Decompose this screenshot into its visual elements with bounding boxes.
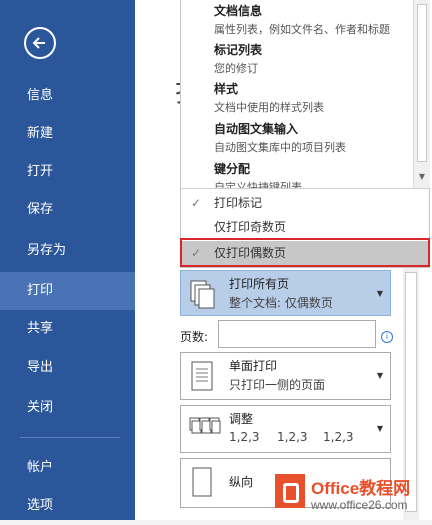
print-pages-title: 打印所有页 xyxy=(229,277,290,291)
document-info-list: 文档信息 属性列表，例如文件名、作者和标题 标记列表 您的修订 样式 文档中使用… xyxy=(181,0,413,188)
menu-item-desc: 您的修订 xyxy=(214,62,258,75)
pages-label: 页数: xyxy=(180,330,209,344)
print-sides-dropdown[interactable]: 单面打印 只打印一侧的页面 ▼ xyxy=(180,352,391,400)
nav-save-as[interactable]: 另存为 xyxy=(0,232,135,270)
portrait-page-icon xyxy=(192,467,212,497)
menu-separator xyxy=(181,188,429,189)
nav-account[interactable]: 帐户 xyxy=(0,449,135,487)
menu-item-desc: 文档中使用的样式列表 xyxy=(214,101,324,114)
nav-close[interactable]: 关闭 xyxy=(0,389,135,427)
collate-pages-icon xyxy=(189,417,221,434)
nav-open[interactable]: 打开 xyxy=(0,153,135,191)
back-arrow-icon xyxy=(32,37,45,49)
sides-title: 单面打印 xyxy=(229,359,278,373)
menu-item-title[interactable]: 键分配 xyxy=(214,160,250,177)
collate-seq-2: 1,2,3 xyxy=(277,430,308,444)
pages-input[interactable] xyxy=(218,320,376,348)
print-pages-subtitle: 整个文档: 仅偶数页 xyxy=(229,296,333,310)
nav-save[interactable]: 保存 xyxy=(0,191,135,229)
orientation-title: 纵向 xyxy=(229,475,254,489)
menu-item-desc: 自动图文集库中的项目列表 xyxy=(214,141,346,154)
menu-scrollbar[interactable]: ▼ xyxy=(413,0,430,188)
menu-item-title[interactable]: 文档信息 xyxy=(214,2,262,19)
nav-info[interactable]: 信息 xyxy=(0,77,135,115)
menu-scrollbar-thumb[interactable] xyxy=(417,4,427,162)
nav-share[interactable]: 共享 xyxy=(0,310,135,348)
chevron-down-icon: ▼ xyxy=(376,424,383,433)
watermark-name: Office教程网 xyxy=(311,479,411,498)
sidebar-divider xyxy=(20,437,120,438)
menu-item-title[interactable]: 样式 xyxy=(214,80,238,97)
highlight-box xyxy=(180,238,430,267)
option-odd-pages[interactable]: 仅打印奇数页 xyxy=(181,215,429,239)
single-side-page-icon xyxy=(191,361,213,391)
option-print-markup[interactable]: ✓ 打印标记 xyxy=(181,191,429,215)
menu-item-desc: 属性列表，例如文件名、作者和标题 xyxy=(214,23,390,36)
menu-item-desc: 自定义快捷键列表 xyxy=(214,181,302,188)
collate-seq-1: 1,2,3 xyxy=(229,430,260,444)
collate-title: 调整 xyxy=(229,412,254,426)
nav-export[interactable]: 导出 xyxy=(0,349,135,387)
chevron-down-icon: ▼ xyxy=(376,289,383,298)
backstage-sidebar: 信息 新建 打开 保存 另存为 打印 共享 导出 关闭 帐户 选项 xyxy=(0,0,135,520)
print-pages-dropdown[interactable]: 打印所有页 整个文档: 仅偶数页 ▼ xyxy=(180,270,391,316)
scroll-down-icon[interactable]: ▼ xyxy=(417,170,427,184)
checkmark-icon: ✓ xyxy=(191,196,202,210)
menu-item-title[interactable]: 标记列表 xyxy=(214,41,262,58)
menu-item-title[interactable]: 自动图文集输入 xyxy=(214,120,298,137)
sides-subtitle: 只打印一侧的页面 xyxy=(229,378,326,392)
nav-options[interactable]: 选项 xyxy=(0,487,135,525)
office26-watermark: Office教程网 www.office26.com xyxy=(275,470,432,518)
info-icon[interactable]: i xyxy=(381,331,393,343)
office-logo-icon xyxy=(275,474,305,508)
chevron-down-icon: ▼ xyxy=(376,371,383,380)
nav-new[interactable]: 新建 xyxy=(0,115,135,153)
watermark-url: www.office26.com xyxy=(311,498,408,512)
print-pages-menu: 文档信息 属性列表，例如文件名、作者和标题 标记列表 您的修订 样式 文档中使用… xyxy=(180,0,430,268)
pages-stack-icon xyxy=(190,280,215,309)
back-button[interactable] xyxy=(24,27,56,59)
collate-dropdown[interactable]: 调整 1,2,3 1,2,3 1,2,3 ▼ xyxy=(180,405,391,453)
collate-seq-3: 1,2,3 xyxy=(323,430,354,444)
nav-print[interactable]: 打印 xyxy=(0,272,135,310)
